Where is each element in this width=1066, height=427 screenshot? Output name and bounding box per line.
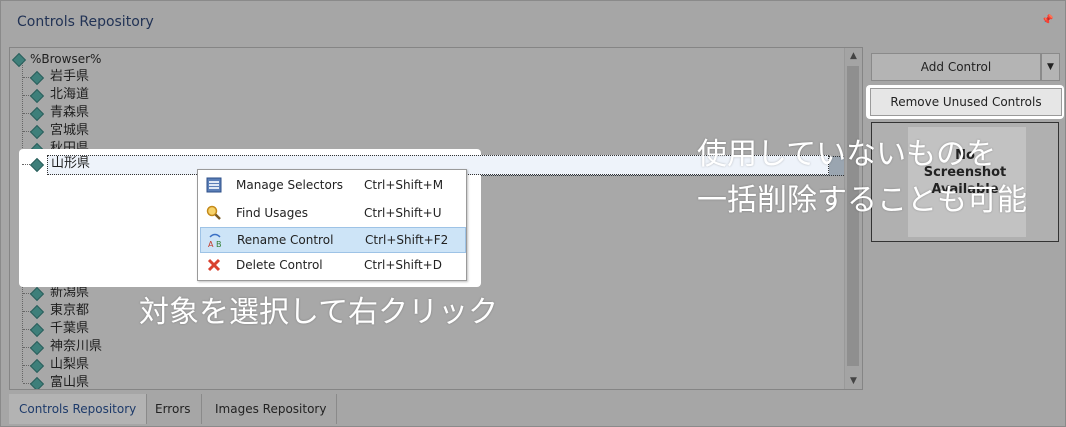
tree-item-label: 富山県 [50,375,90,390]
scroll-up-icon[interactable]: ▲ [845,48,862,64]
menu-item-shortcut: Ctrl+Shift+M [364,178,444,192]
menu-item-rename-control[interactable]: AB Rename Control Ctrl+Shift+F2 [200,227,466,253]
annotation-remove-line1: 使用していないものを [697,137,997,172]
add-control-dropdown-icon[interactable]: ▼ [1041,53,1060,81]
menu-item-label: Rename Control [237,233,334,247]
delete-x-icon [206,257,222,273]
tab-controls-repository[interactable]: Controls Repository [9,394,148,424]
node-diamond-icon [29,322,45,338]
tab-errors[interactable]: Errors [145,394,202,424]
node-diamond-icon [29,88,45,104]
tree-item[interactable]: 岩手県 [10,68,840,86]
menu-item-find-usages[interactable]: Find Usages Ctrl+Shift+U [200,201,464,225]
tree-item[interactable]: 富山県 [10,374,840,390]
node-diamond-icon [29,304,45,320]
context-menu: Manage Selectors Ctrl+Shift+M Find Usage… [197,169,467,281]
remove-unused-controls-button[interactable]: Remove Unused Controls [870,88,1062,116]
annotation-right-click: 対象を選択して右クリック [139,295,499,330]
tree-item-label: 千葉県 [50,321,90,336]
add-control-button[interactable]: Add Control [871,53,1041,81]
list-icon [206,177,222,193]
menu-item-manage-selectors[interactable]: Manage Selectors Ctrl+Shift+M [200,173,464,197]
panel-title: Controls Repository [17,14,154,30]
tab-images-repository[interactable]: Images Repository [205,394,338,424]
tree-item-label: 山形県 [51,156,91,171]
node-diamond-icon [29,124,45,140]
rename-icon: AB [207,232,223,249]
controls-repository-panel: Controls Repository 📌 %Browser% 岩手県北海道青森… [0,0,1066,427]
node-diamond-icon [29,376,45,389]
tree-item-label: 北海道 [50,87,90,102]
node-diamond-icon [29,340,45,356]
menu-item-label: Find Usages [236,206,309,220]
node-diamond-icon [29,157,45,173]
node-diamond-icon [29,70,45,86]
menu-item-label: Delete Control [236,258,323,272]
menu-item-shortcut: Ctrl+Shift+U [364,206,442,220]
node-diamond-icon [29,358,45,374]
tree-item-label: 神奈川県 [50,339,103,354]
tree-item-label: 東京都 [50,303,90,318]
node-diamond-icon [29,286,45,302]
tree-item[interactable]: 神奈川県 [10,338,840,356]
menu-item-shortcut: Ctrl+Shift+F2 [365,233,449,247]
svg-text:A: A [208,240,214,248]
menu-item-shortcut: Ctrl+Shift+D [364,258,442,272]
scroll-down-icon[interactable]: ▼ [845,373,862,389]
tree-item-label: 宮城県 [50,123,90,138]
annotation-remove-line2: 一括削除することも可能 [697,183,1027,218]
tree-root-label: %Browser% [30,52,102,66]
magnifier-icon [206,205,222,221]
tree-item-label: 岩手県 [50,69,90,84]
tree-item[interactable]: 山梨県 [10,356,840,374]
svg-text:B: B [216,240,222,248]
menu-item-label: Manage Selectors [236,178,344,192]
tree-item-label: 青森県 [50,105,90,120]
node-diamond-icon [29,106,45,122]
bottom-tab-bar: Controls Repository Errors Images Reposi… [1,394,1065,426]
tree-item[interactable]: 北海道 [10,86,840,104]
tree-item[interactable]: 青森県 [10,104,840,122]
menu-item-delete-control[interactable]: Delete Control Ctrl+Shift+D [200,253,464,277]
pin-icon[interactable]: 📌 [1041,15,1053,26]
node-diamond-icon [11,52,27,68]
tree-item-label: 山梨県 [50,357,90,372]
